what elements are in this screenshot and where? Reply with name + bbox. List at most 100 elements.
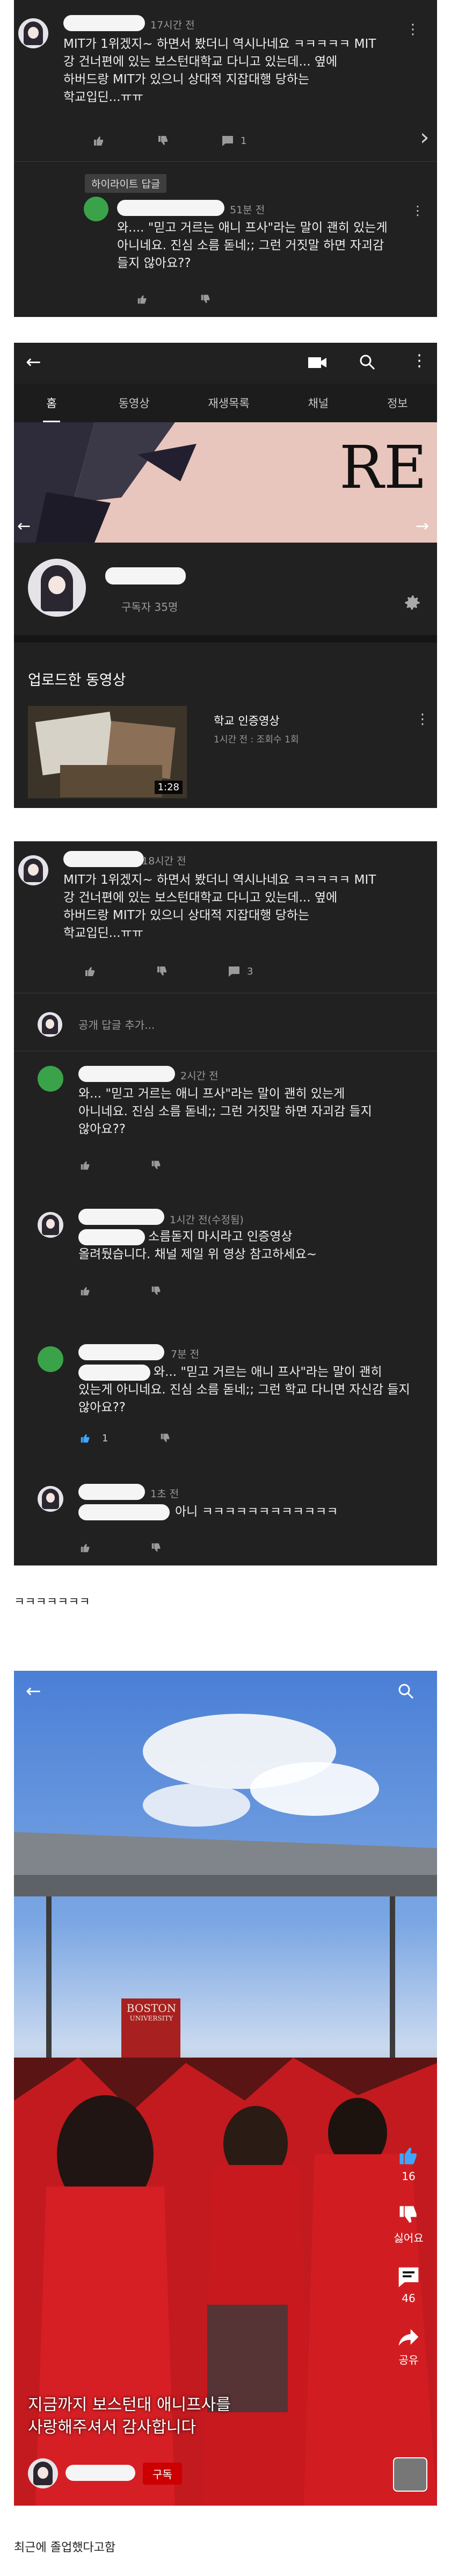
avatar[interactable] (38, 1066, 63, 1092)
dislike-button[interactable]: 싫어요 (384, 2203, 433, 2245)
shorts-video-screenshot: BOSTON UNIVERSITY ← 16 싫어요 46 공유 지금까지 보스… (14, 1671, 437, 2506)
avatar[interactable] (38, 1486, 63, 1512)
caption-laugh: ㅋㅋㅋㅋㅋㅋㅋ (14, 1596, 90, 1609)
thumbs-down-icon[interactable] (159, 1432, 171, 1444)
redacted-username (63, 851, 144, 867)
banner-next-icon[interactable]: → (416, 517, 429, 536)
thumbs-up-icon[interactable] (92, 134, 105, 147)
thumbs-up-icon[interactable] (136, 293, 148, 305)
share-button[interactable]: 공유 (384, 2325, 433, 2367)
channel-avatar[interactable] (28, 2458, 58, 2488)
back-arrow-icon[interactable]: ← (26, 351, 41, 373)
like-button[interactable]: 16 (384, 2144, 433, 2183)
redacted-username (63, 15, 145, 31)
top-app-bar: ← ⋮ (14, 343, 437, 384)
thumbs-up-icon[interactable] (79, 1542, 91, 1554)
subscribe-button[interactable]: 구독 (143, 2463, 182, 2485)
highlighted-reply-badge: 하이라이트 답글 (85, 174, 167, 193)
share-arrow-icon[interactable]: › (420, 124, 430, 151)
tab-videos[interactable]: 동영상 (119, 395, 150, 411)
camera-icon[interactable] (308, 356, 326, 372)
tab-home[interactable]: 홈 (43, 384, 60, 422)
avatar[interactable] (84, 197, 108, 221)
reply-icon[interactable] (228, 965, 241, 977)
search-icon[interactable] (397, 1683, 414, 1702)
reply-actions: 1 (79, 1432, 171, 1444)
reply-time: 51분 전 (230, 204, 265, 216)
subscriber-count: 구독자 35명 (121, 601, 178, 614)
side-actions: 16 싫어요 46 공유 (384, 2144, 433, 2367)
reply-actions (79, 1542, 162, 1554)
redacted-channel-name (105, 567, 186, 585)
redacted-username (78, 1209, 164, 1225)
video-thumbnail[interactable]: 1:28 (28, 706, 187, 798)
avatar[interactable] (18, 18, 48, 48)
tab-playlists[interactable]: 재생목록 (208, 395, 249, 411)
thumbs-up-icon[interactable] (79, 1285, 91, 1297)
thumbs-down-icon[interactable] (150, 1159, 162, 1171)
reply-actions (79, 1285, 162, 1297)
comments-button[interactable]: 46 (384, 2265, 433, 2305)
banner-text: RE (339, 433, 427, 502)
comment-thread-screenshot: 18시간 전 MIT가 1위겠지~ 하면서 봤더니 역시나네요 ㅋㅋㅋㅋㅋ MI… (14, 841, 437, 1565)
reply-text: 와... "믿고 거르는 애니 프사"라는 말이 괜히 있는게 아니네요. 진심 … (78, 1365, 410, 1415)
thumbs-down-icon[interactable] (150, 1285, 162, 1297)
more-options-icon[interactable]: ⋮ (411, 351, 427, 370)
avatar[interactable] (38, 1012, 62, 1037)
redacted-username (78, 1344, 164, 1360)
reply-text: 와... "믿고 거르는 애니 프사"라는 말이 괜히 있는게 아니네요. 진심 … (78, 1087, 372, 1136)
thumbs-down-icon[interactable] (157, 134, 170, 147)
redacted-username (117, 200, 224, 216)
redacted-mention (78, 1504, 170, 1520)
redacted-username (78, 1066, 175, 1082)
reply-text: 와.... "믿고 거르는 애니 프사"라는 말이 괜히 있는게 아니네요. 진심… (117, 221, 388, 270)
video-caption-overlay: 지금까지 보스턴대 애니프사를 사랑해주셔서 감사합니다 (28, 2395, 231, 2437)
uploads-heading: 업로드한 동영상 (28, 672, 126, 689)
banner-prev-icon[interactable]: ← (17, 517, 31, 536)
more-options-icon[interactable]: ⋮ (411, 203, 424, 218)
redacted-channel-name (66, 2465, 135, 2481)
boston-university-sign: BOSTON UNIVERSITY (126, 2002, 177, 2022)
thumbs-down-icon[interactable] (150, 1542, 162, 1554)
settings-icon[interactable] (403, 593, 422, 615)
reply-text: 소름돋지 마시라고 인증영상 올려뒀습니다. 채널 제일 위 영상 참고하세요~ (78, 1230, 317, 1261)
video-meta: 1시간 전 : 조회수 1회 (214, 734, 299, 745)
reply-time: 7분 전 (171, 1348, 200, 1360)
back-arrow-icon[interactable]: ← (26, 1680, 41, 1702)
reply-count: 1 (241, 135, 247, 147)
more-options-icon[interactable]: ⋮ (416, 711, 430, 727)
tab-about[interactable]: 정보 (387, 395, 408, 411)
share-label: 공유 (398, 2354, 419, 2366)
reply-actions (136, 293, 212, 305)
thumbs-down-icon[interactable] (156, 965, 169, 978)
thumbs-up-icon[interactable] (84, 965, 97, 978)
channel-screenshot: ← ⋮ 홈 동영상 재생목록 채널 정보 RE ← → 구독자 35명 업로드한… (14, 343, 437, 808)
reply-icon[interactable] (221, 135, 234, 147)
comment-count: 46 (402, 2292, 416, 2305)
video-title[interactable]: 학교 인증영상 (214, 712, 280, 728)
reply-time: 1초 전 (150, 1488, 179, 1500)
add-reply-input[interactable]: 공개 답글 추가... (78, 1016, 155, 1032)
avatar[interactable] (38, 1346, 63, 1372)
like-count: 1 (102, 1432, 108, 1444)
sound-thumbnail[interactable] (393, 2457, 427, 2492)
tab-channels[interactable]: 채널 (308, 395, 329, 411)
thumbs-up-icon-active[interactable] (79, 1432, 91, 1444)
comment-time: 17시간 전 (150, 19, 195, 31)
like-count: 16 (402, 2170, 416, 2183)
comment-text: MIT가 1위겠지~ 하면서 봤더니 역시나네요 ㅋㅋㅋㅋㅋ MIT 강 건너편에… (63, 37, 376, 104)
reply-time: 2시간 전 (180, 1070, 219, 1082)
reply-text: 아니 ㅋㅋㅋㅋㅋㅋㅋㅋㅋㅋㅋㅋ (175, 1505, 338, 1519)
avatar[interactable] (18, 855, 48, 885)
dislike-label: 싫어요 (394, 2232, 424, 2245)
thumbs-down-icon[interactable] (200, 293, 212, 305)
thumbs-up-icon[interactable] (79, 1159, 91, 1171)
video-duration: 1:28 (154, 781, 183, 794)
channel-avatar[interactable] (28, 559, 86, 617)
tab-bar: 홈 동영상 재생목록 채널 정보 (14, 384, 437, 422)
channel-banner: RE ← → (14, 422, 437, 543)
search-icon[interactable] (359, 353, 376, 373)
redacted-username (78, 1484, 145, 1500)
caption-graduated: 최근에 졸업했다고함 (14, 2541, 116, 2555)
avatar[interactable] (38, 1212, 63, 1238)
